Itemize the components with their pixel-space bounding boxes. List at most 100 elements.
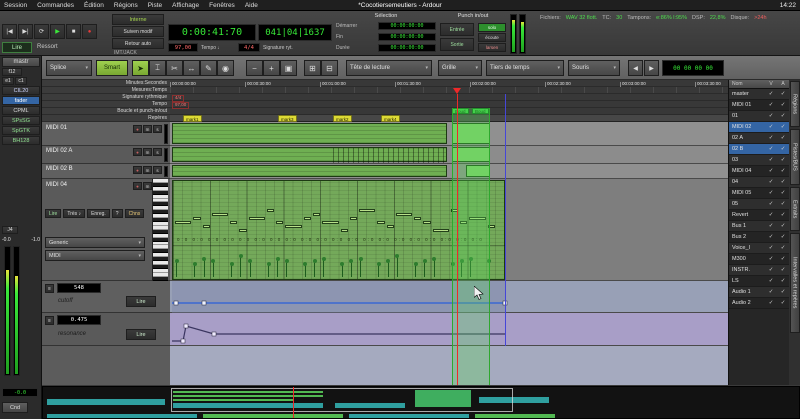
track-list-row-01[interactable]: 01✓✓ — [729, 111, 790, 122]
bottom-cnd-button[interactable]: Cnd — [2, 402, 28, 413]
zoom-focus-dropdown[interactable]: Tête de lecture — [346, 60, 432, 76]
automation-mode-button[interactable]: Lire — [126, 296, 156, 307]
track-list-row-midi-01[interactable]: MIDI 01✓✓ — [729, 100, 790, 111]
midi-note[interactable] — [341, 229, 348, 232]
menu-piste[interactable]: Piste — [146, 0, 164, 11]
velocity-stem[interactable] — [360, 259, 361, 277]
marker-mark3[interactable]: mark3 — [278, 115, 297, 122]
visible-checkbox[interactable]: ✓ — [765, 234, 777, 240]
track-lane-midi01[interactable] — [170, 122, 728, 146]
track-list-row-midi-05[interactable]: MIDI 05✓✓ — [729, 188, 790, 199]
track-lane-midi02a[interactable] — [170, 146, 728, 164]
midi-note[interactable] — [396, 213, 412, 216]
velocity-stem[interactable] — [213, 261, 214, 277]
visible-checkbox[interactable]: ✓ — [765, 179, 777, 185]
visible-checkbox[interactable]: ✓ — [765, 190, 777, 196]
nudge-clock[interactable]: 00 00 00 00 — [662, 60, 724, 76]
midi-note[interactable] — [433, 229, 449, 232]
velocity-stem[interactable] — [378, 264, 379, 277]
marker-mark2[interactable]: mark2 — [333, 115, 352, 122]
visible-checkbox[interactable]: ✓ — [765, 278, 777, 284]
midi-note[interactable] — [322, 221, 338, 224]
velocity-stem[interactable] — [277, 259, 278, 277]
solo-button[interactable]: s — [153, 148, 162, 156]
visible-checkbox[interactable]: ✓ — [765, 146, 777, 152]
midi-region[interactable] — [172, 123, 447, 144]
track-list-row-m300[interactable]: M300✓✓ — [729, 254, 790, 265]
track-list-row-bus-1[interactable]: Bus 1✓✓ — [729, 221, 790, 232]
track-list-row-revert[interactable]: Revert✓✓ — [729, 210, 790, 221]
summary-view-rect[interactable] — [171, 388, 513, 412]
toolbar-extra-button-1[interactable]: ⊟ — [321, 60, 338, 76]
track-lane-midi02b[interactable] — [170, 164, 728, 179]
mute-button[interactable]: m — [143, 125, 152, 133]
track-list-row-voice-i[interactable]: Voice_I✓✓ — [729, 243, 790, 254]
visible-checkbox[interactable]: ✓ — [765, 113, 777, 119]
visible-checkbox[interactable]: ✓ — [765, 168, 777, 174]
ruler-label-boucle-et-punch-in-out[interactable]: Boucle et punch-in/out — [42, 108, 170, 115]
marker-mark4[interactable]: mark4 — [381, 115, 400, 122]
velocity-stem[interactable] — [231, 264, 232, 277]
track-list-row-03[interactable]: 03✓✓ — [729, 155, 790, 166]
midi-note[interactable] — [276, 221, 283, 224]
automation-menu-button[interactable]: ≡ — [45, 284, 54, 293]
midi-note[interactable] — [267, 209, 274, 212]
ruler-label-rep-res[interactable]: Repères — [42, 115, 170, 122]
play-range-button[interactable]: Lire — [2, 42, 32, 53]
velocity-stem[interactable] — [342, 264, 343, 277]
menu-affichage[interactable]: Affichage — [170, 0, 201, 11]
punch-out-button[interactable]: Sortie — [440, 38, 474, 51]
mute-button[interactable]: m — [143, 166, 152, 174]
record-arm-button[interactable]: ● — [133, 182, 142, 190]
active-checkbox[interactable]: ✓ — [777, 124, 789, 130]
track-list-row-ls[interactable]: LS✓✓ — [729, 276, 790, 287]
strip-e1-button[interactable]: e1 — [2, 77, 14, 85]
écoute-indicator[interactable]: écoute — [478, 33, 506, 42]
meter-mini-clock[interactable]: 4/4 — [238, 43, 260, 52]
menu-aide[interactable]: Aide — [243, 0, 260, 11]
automation-header-cutoff[interactable]: ≡ 548 cutoff Lire — [42, 281, 170, 313]
track-list-row-instr[interactable]: INSTR.✓✓ — [729, 265, 790, 276]
velocity-stem[interactable] — [240, 256, 241, 277]
midi-option-[interactable]: ? — [112, 209, 123, 218]
automation-lane-resonance[interactable] — [170, 313, 728, 346]
active-checkbox[interactable]: ✓ — [777, 212, 789, 218]
midi-option-enreg[interactable]: Enreg. — [87, 209, 110, 218]
selection-row-value[interactable]: 00:00:00:00 — [378, 22, 436, 30]
active-checkbox[interactable]: ✓ — [777, 289, 789, 295]
session-summary[interactable] — [42, 386, 800, 419]
solo-indicator[interactable]: solo — [478, 23, 506, 32]
velocity-stem[interactable] — [250, 261, 251, 277]
goto-start-button[interactable]: |◀ — [2, 24, 17, 39]
grid-mode-dropdown[interactable]: Grille — [438, 60, 482, 76]
menu-session[interactable]: Session — [2, 0, 29, 11]
solo-button[interactable]: s — [153, 125, 162, 133]
ruler-label-mesures-temps[interactable]: Mesures:Temps — [42, 87, 170, 94]
visible-checkbox[interactable]: ✓ — [765, 212, 777, 218]
track-header-midi02b[interactable]: MIDI 02 B ●ms — [42, 164, 170, 179]
track-list-row-bus-2[interactable]: Bus 2✓✓ — [729, 232, 790, 243]
midi-note[interactable] — [175, 221, 191, 224]
active-checkbox[interactable]: ✓ — [777, 223, 789, 229]
marker-mark1[interactable]: mark1 — [183, 115, 202, 122]
velocity-stem[interactable] — [305, 264, 306, 277]
record-arm-button[interactable]: ● — [133, 148, 142, 156]
loop-punch-ruler[interactable]: BoudBoud — [170, 108, 728, 115]
active-checkbox[interactable]: ✓ — [777, 146, 789, 152]
track-list-row-midi-04[interactable]: MIDI 04✓✓ — [729, 166, 790, 177]
velocity-stem[interactable] — [434, 259, 435, 277]
visible-checkbox[interactable]: ✓ — [765, 267, 777, 273]
track-list-row-04[interactable]: 04✓✓ — [729, 177, 790, 188]
active-checkbox[interactable]: ✓ — [777, 168, 789, 174]
loop-button[interactable]: ⟳ — [34, 24, 49, 39]
markers-ruler[interactable]: mark1 mark3 mark2 mark4 — [170, 115, 728, 122]
track-name[interactable]: MIDI 01 — [46, 125, 67, 131]
menu-dition[interactable]: Édition — [82, 0, 106, 11]
velocity-stem[interactable] — [176, 261, 177, 277]
track-list-row-midi-02[interactable]: MIDI 02✓✓ — [729, 122, 790, 133]
active-checkbox[interactable]: ✓ — [777, 113, 789, 119]
selection-row-value[interactable]: 00:00:00:00 — [378, 44, 436, 52]
velocity-stem[interactable] — [397, 256, 398, 277]
track-list-row-05[interactable]: 05✓✓ — [729, 199, 790, 210]
zoom-tool-button[interactable]: ◉ — [217, 60, 234, 76]
